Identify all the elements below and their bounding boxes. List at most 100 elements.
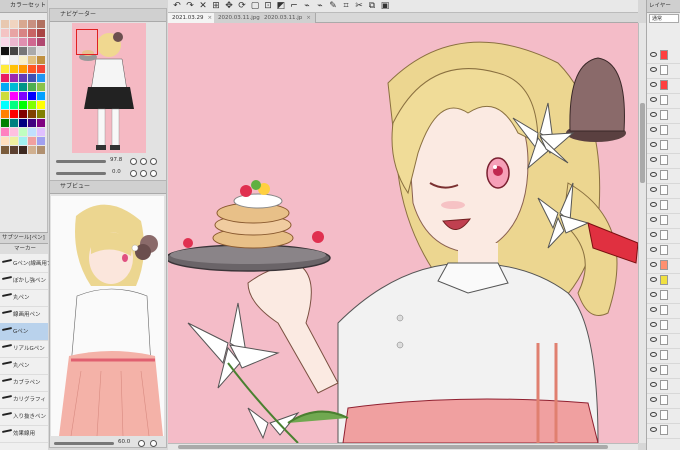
eye-icon[interactable]: [650, 127, 657, 132]
color-swatch[interactable]: [19, 101, 27, 109]
color-swatch[interactable]: [28, 38, 36, 46]
snap-icon[interactable]: ⌁: [302, 1, 312, 11]
brush-item[interactable]: 丸ペン: [0, 289, 48, 307]
color-swatch[interactable]: [28, 65, 36, 73]
color-swatch[interactable]: [37, 47, 45, 55]
color-swatch[interactable]: [10, 101, 18, 109]
color-swatch[interactable]: [1, 83, 9, 91]
brush-item[interactable]: 入り抜きペン: [0, 408, 48, 426]
color-swatch[interactable]: [37, 137, 45, 145]
fill-icon[interactable]: ▣: [380, 1, 390, 11]
subview-image[interactable]: [51, 196, 164, 436]
fit-view-button[interactable]: [150, 158, 157, 165]
color-swatch[interactable]: [37, 83, 45, 91]
brush-group-header[interactable]: マーカー: [0, 244, 48, 254]
layer-row[interactable]: [647, 123, 680, 139]
layer-row[interactable]: [647, 168, 680, 184]
color-swatch[interactable]: [10, 38, 18, 46]
invert-icon[interactable]: ◩: [276, 1, 286, 11]
subview-zoom-out-button[interactable]: [138, 440, 145, 447]
brush-item[interactable]: Gペン(線画用ブラシ: [0, 255, 63, 273]
color-swatch[interactable]: [19, 29, 27, 37]
move-icon[interactable]: ✥: [224, 1, 234, 11]
layer-row[interactable]: [647, 258, 680, 274]
color-swatch[interactable]: [37, 128, 45, 136]
brush-item[interactable]: カリグラフィ: [0, 391, 48, 409]
color-swatch[interactable]: [10, 146, 18, 154]
brush-item[interactable]: ぼかし強ペン: [0, 272, 48, 290]
canvas-vertical-scrollbar[interactable]: [638, 23, 646, 443]
crop-icon[interactable]: ⌗: [341, 1, 351, 11]
eye-icon[interactable]: [650, 277, 657, 282]
zoom-slider[interactable]: [56, 160, 106, 163]
layer-row[interactable]: [647, 393, 680, 409]
color-swatch[interactable]: [28, 128, 36, 136]
eye-icon[interactable]: [650, 112, 657, 117]
subview-zoom-slider[interactable]: [54, 442, 114, 445]
layer-row[interactable]: [647, 48, 680, 64]
horizontal-scroll-thumb[interactable]: [178, 445, 608, 449]
color-swatch[interactable]: [1, 101, 9, 109]
layer-row[interactable]: [647, 348, 680, 364]
eye-icon[interactable]: [650, 352, 657, 357]
color-swatch[interactable]: [37, 38, 45, 46]
color-swatch[interactable]: [28, 74, 36, 82]
zoom-in-button[interactable]: [140, 158, 147, 165]
brush-item[interactable]: Gペン: [0, 323, 48, 341]
eye-icon[interactable]: [650, 292, 657, 297]
ruler-icon[interactable]: ⌐: [289, 1, 299, 11]
document-tab[interactable]: 2020.03.11.jp ×: [260, 13, 316, 23]
eye-icon[interactable]: [650, 367, 657, 372]
eye-icon[interactable]: [650, 382, 657, 387]
rotate-icon[interactable]: ⟳: [237, 1, 247, 11]
navigator-angle-value[interactable]: 0.0: [112, 169, 121, 175]
color-swatch[interactable]: [10, 65, 18, 73]
color-swatch[interactable]: [1, 29, 9, 37]
eye-icon[interactable]: [650, 247, 657, 252]
color-swatch[interactable]: [19, 20, 27, 28]
brush-item[interactable]: リアルGペン: [0, 340, 48, 358]
eye-icon[interactable]: [650, 322, 657, 327]
close-tab-icon[interactable]: ×: [208, 15, 213, 21]
layer-row[interactable]: [647, 333, 680, 349]
layer-row[interactable]: [647, 303, 680, 319]
layer-row[interactable]: [647, 63, 680, 79]
color-swatch[interactable]: [1, 56, 9, 64]
color-swatch[interactable]: [19, 83, 27, 91]
undo-icon[interactable]: ↶: [172, 1, 182, 11]
color-swatch[interactable]: [1, 65, 9, 73]
color-swatch[interactable]: [28, 29, 36, 37]
layer-row[interactable]: [647, 198, 680, 214]
color-swatch[interactable]: [10, 74, 18, 82]
color-swatch[interactable]: [1, 92, 9, 100]
color-swatch[interactable]: [28, 146, 36, 154]
color-swatch[interactable]: [28, 110, 36, 118]
color-swatch[interactable]: [19, 146, 27, 154]
color-swatch[interactable]: [1, 74, 9, 82]
color-swatch[interactable]: [37, 29, 45, 37]
color-swatch[interactable]: [1, 110, 9, 118]
color-swatch[interactable]: [10, 20, 18, 28]
color-swatch[interactable]: [19, 92, 27, 100]
layer-row[interactable]: [647, 318, 680, 334]
brush-item[interactable]: 丸ペン: [0, 357, 48, 375]
layer-row[interactable]: [647, 243, 680, 259]
eye-icon[interactable]: [650, 412, 657, 417]
color-swatch[interactable]: [19, 56, 27, 64]
color-swatch[interactable]: [10, 56, 18, 64]
color-swatch[interactable]: [1, 119, 9, 127]
color-swatch[interactable]: [19, 137, 27, 145]
subtool-tab[interactable]: サブツール[ペン]: [0, 232, 48, 244]
color-swatch[interactable]: [19, 119, 27, 127]
color-swatch[interactable]: [37, 20, 45, 28]
copy-icon[interactable]: ⧉: [367, 1, 377, 11]
eye-icon[interactable]: [650, 232, 657, 237]
layer-row[interactable]: [647, 93, 680, 109]
document-tab[interactable]: 2021.03.29 ×: [168, 13, 218, 23]
eye-icon[interactable]: [650, 82, 657, 87]
color-swatch[interactable]: [1, 38, 9, 46]
layer-row[interactable]: [647, 363, 680, 379]
color-swatch[interactable]: [1, 137, 9, 145]
eye-icon[interactable]: [650, 307, 657, 312]
layer-row[interactable]: [647, 78, 680, 94]
